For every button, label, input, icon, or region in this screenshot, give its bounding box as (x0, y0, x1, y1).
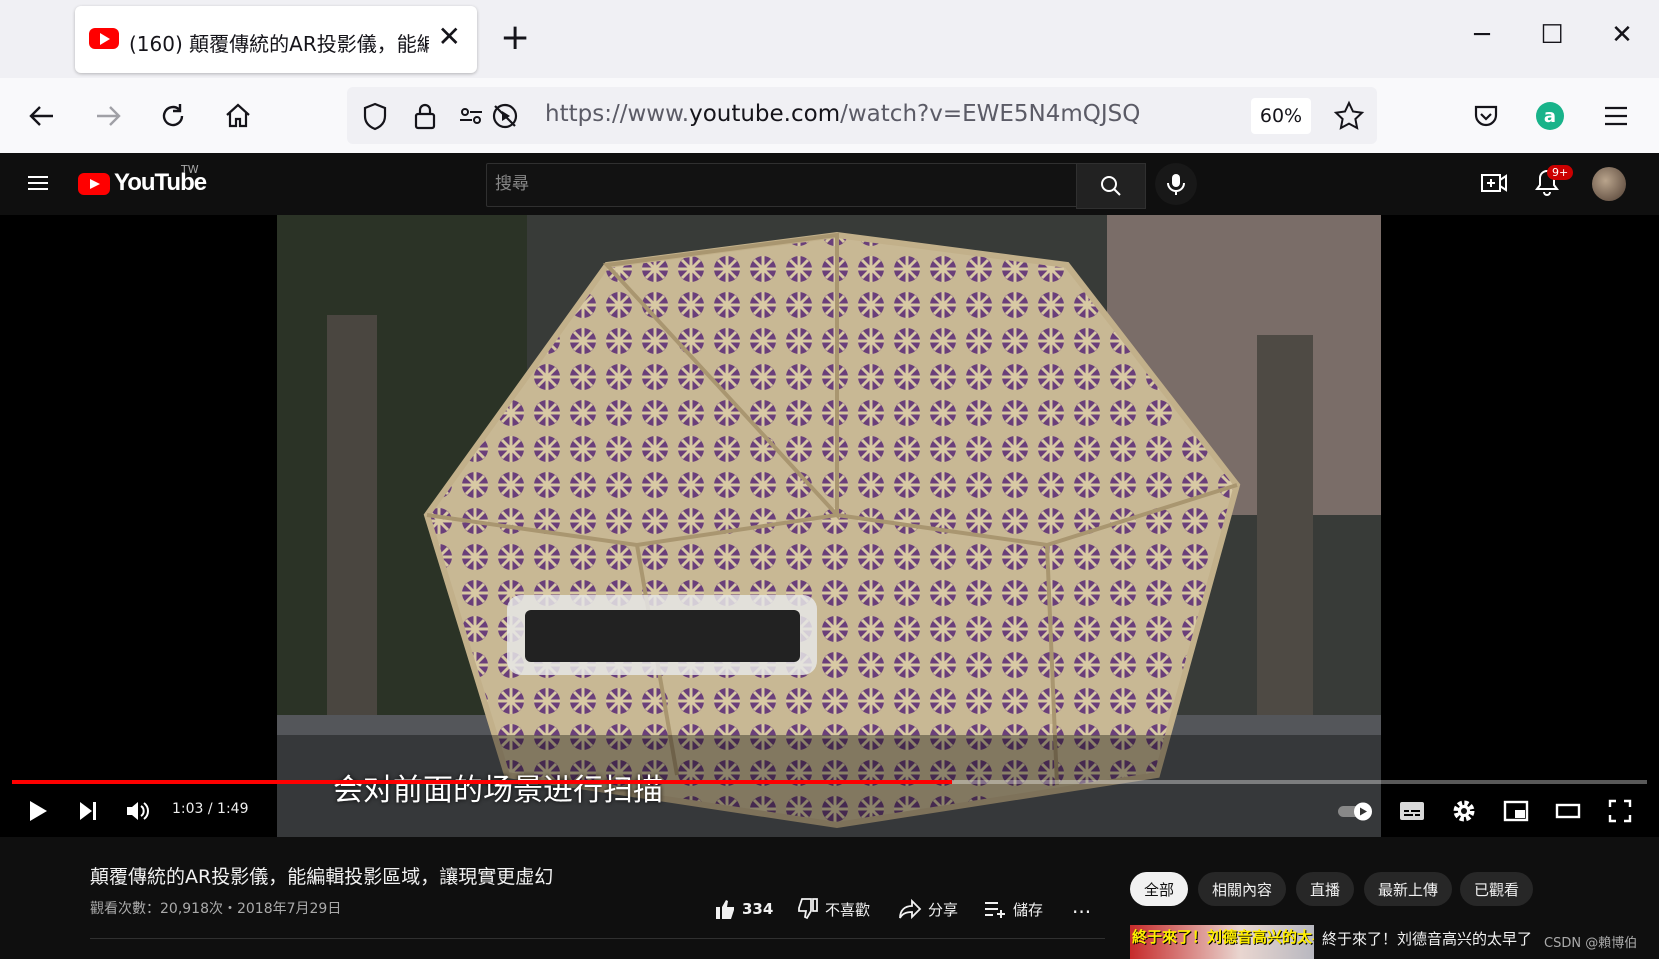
svg-text:a: a (1544, 106, 1556, 127)
dislike-label: 不喜歡 (825, 900, 871, 919)
video-title: 顛覆傳統的AR投影儀，能編輯投影區域，讓現實更虛幻 (90, 866, 554, 888)
dodecahedron-sculpture-image (277, 215, 1381, 837)
minimize-icon[interactable]: ─ (1462, 20, 1502, 50)
new-tab-button[interactable]: + (500, 20, 530, 56)
theater-mode-button[interactable] (1552, 795, 1584, 827)
guide-menu-icon[interactable] (24, 169, 52, 197)
skip-next-icon (80, 802, 96, 820)
volume-icon (127, 802, 149, 820)
tracking-shield-icon[interactable] (355, 96, 395, 136)
save-label: 儲存 (1013, 900, 1044, 919)
tab-bar: (160) 顛覆傳統的AR投影儀，能編 ✕ + ─ ☐ ✕ (0, 0, 1659, 78)
volume-button[interactable] (122, 795, 154, 827)
address-bar[interactable]: https://www.youtube.com/watch?v=EWE5N4mQ… (347, 87, 1377, 144)
lock-icon[interactable] (405, 96, 445, 136)
search-box (486, 163, 1078, 207)
tab-title: (160) 顛覆傳統的AR投影儀，能編 (129, 32, 429, 56)
home-icon[interactable] (218, 96, 258, 136)
zoom-level-button[interactable]: 60% (1251, 98, 1311, 134)
subtitles-button[interactable] (1396, 795, 1428, 827)
theater-icon (1555, 803, 1581, 819)
autoplay-blocked-icon[interactable] (485, 96, 525, 136)
play-button[interactable] (22, 795, 54, 827)
share-button[interactable]: 分享 (898, 898, 958, 920)
microphone-icon (1167, 174, 1185, 195)
miniplayer-icon (1503, 800, 1529, 822)
youtube-logo-icon (78, 173, 110, 195)
close-window-icon[interactable]: ✕ (1602, 20, 1642, 50)
browser-tab[interactable]: (160) 顛覆傳統的AR投影儀，能編 ✕ (75, 6, 477, 73)
more-actions-button[interactable]: ... (1072, 894, 1091, 918)
url-host: youtube.com (689, 101, 841, 127)
app-menu-icon[interactable] (1596, 96, 1636, 136)
video-metadata: 觀看次數：20,918次・2018年7月29日 (90, 901, 342, 917)
url-prefix: https://www. (545, 101, 690, 127)
thumbs-up-icon (716, 900, 734, 919)
notifications-button[interactable]: 9+ (1533, 165, 1574, 197)
url-path: /watch?v=EWE5N4mQJSQ (840, 101, 1141, 127)
chip-watched[interactable]: 已觀看 (1460, 872, 1534, 906)
reload-icon[interactable] (153, 96, 193, 136)
voice-search-button[interactable] (1155, 163, 1197, 205)
share-icon (899, 898, 922, 920)
related-video-title[interactable]: 終于來了！刘德音高兴的太早了 (1322, 928, 1532, 949)
navigation-bar: https://www.youtube.com/watch?v=EWE5N4mQ… (0, 78, 1659, 154)
back-icon[interactable] (22, 96, 62, 136)
settings-button[interactable] (1448, 795, 1480, 827)
gear-icon (1453, 800, 1475, 822)
notification-badge: 9+ (1547, 165, 1574, 180)
next-video-button[interactable] (72, 795, 104, 827)
play-icon (30, 801, 47, 821)
time-display: 1:03 / 1:49 (172, 801, 249, 817)
bookmark-star-icon[interactable] (1329, 96, 1369, 136)
playlist-add-icon (985, 902, 1005, 918)
youtube-header: YouTube TW 9+ (0, 153, 1659, 215)
thumbnail-caption: 終于來了！刘德音高兴的太早了太早了 (1132, 928, 1314, 946)
save-button[interactable]: 儲存 (983, 898, 1043, 920)
video-subtitle: 会对前面的场景进行扫描 (333, 773, 663, 808)
url-text[interactable]: https://www.youtube.com/watch?v=EWE5N4mQ… (545, 101, 1140, 127)
divider (90, 938, 1105, 939)
chip-recent[interactable]: 最新上傳 (1364, 872, 1453, 906)
account-avatar[interactable] (1592, 167, 1626, 201)
like-count: 334 (742, 900, 774, 918)
miniplayer-button[interactable] (1500, 795, 1532, 827)
progress-bar-played (12, 780, 953, 784)
like-button[interactable]: 334 (714, 898, 773, 920)
close-tab-icon[interactable]: ✕ (438, 22, 461, 52)
dislike-button[interactable]: 不喜歡 (797, 898, 870, 920)
progress-bar[interactable] (12, 780, 1647, 784)
video-frame (277, 215, 1381, 837)
related-video-thumbnail[interactable]: 終于來了！刘德音高兴的太早了太早了 (1130, 925, 1314, 959)
forward-icon[interactable] (88, 96, 128, 136)
search-icon (1101, 176, 1121, 196)
chip-related[interactable]: 相關內容 (1198, 872, 1287, 906)
autoplay-toggle[interactable] (1336, 795, 1376, 827)
chip-all[interactable]: 全部 (1130, 872, 1189, 906)
share-label: 分享 (928, 900, 959, 919)
search-button[interactable] (1076, 163, 1146, 209)
video-player[interactable]: 会对前面的场景进行扫描 1:03 / 1:49 (0, 215, 1659, 837)
watermark: CSDN @賴博伯 (1544, 936, 1638, 951)
autoplay-toggle-icon (1338, 802, 1372, 821)
extension-avatar-icon[interactable]: a (1530, 96, 1570, 136)
chip-live[interactable]: 直播 (1296, 872, 1355, 906)
pocket-icon[interactable] (1466, 96, 1506, 136)
captions-icon (1400, 802, 1424, 820)
maximize-icon[interactable]: ☐ (1532, 20, 1572, 50)
create-video-icon[interactable] (1479, 169, 1509, 197)
thumbs-down-icon (798, 898, 818, 920)
youtube-favicon-icon (89, 28, 119, 49)
fullscreen-icon (1608, 799, 1632, 823)
region-label: TW (181, 163, 199, 176)
search-input[interactable] (487, 164, 1063, 204)
fullscreen-button[interactable] (1604, 795, 1636, 827)
